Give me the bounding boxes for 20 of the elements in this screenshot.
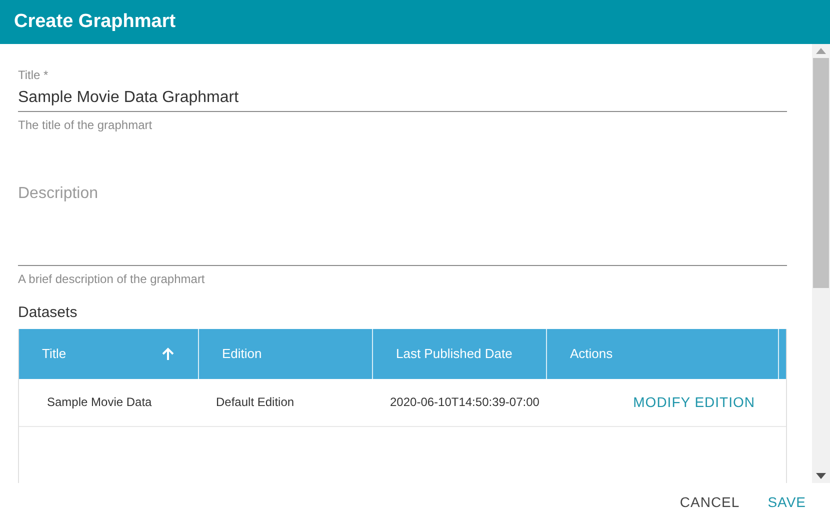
field-hint: The title of the graphmart	[18, 117, 154, 134]
column-header[interactable]: Edition	[199, 328, 373, 378]
save-button[interactable]: SAVE	[758, 488, 816, 517]
field-label: Title *	[18, 67, 50, 84]
modify-edition-button[interactable]: MODIFY EDITION	[633, 392, 755, 412]
cancel-button[interactable]: CANCEL	[670, 488, 750, 517]
column-header[interactable]: Last Published Date	[373, 328, 547, 378]
description-field[interactable]: Description	[18, 178, 787, 266]
table-cell-text: Default Edition	[215, 394, 296, 411]
table-cell-text: 2020-06-10T14:50:39-07:00	[389, 394, 540, 411]
scrollbar[interactable]	[812, 44, 830, 483]
column-header[interactable]: Actions	[547, 328, 779, 378]
column-header[interactable]: Title	[19, 328, 199, 378]
scroll-up-icon[interactable]	[816, 48, 826, 54]
scroll-down-icon[interactable]	[816, 473, 826, 479]
dialog-title: Create Graphmart	[14, 10, 176, 34]
field-hint: A brief description of the graphmart	[18, 271, 206, 288]
section-heading: Datasets	[18, 303, 78, 323]
title-field[interactable]: Sample Movie Data Graphmart	[18, 84, 787, 112]
table-cell-text: Sample Movie Data	[46, 394, 153, 411]
